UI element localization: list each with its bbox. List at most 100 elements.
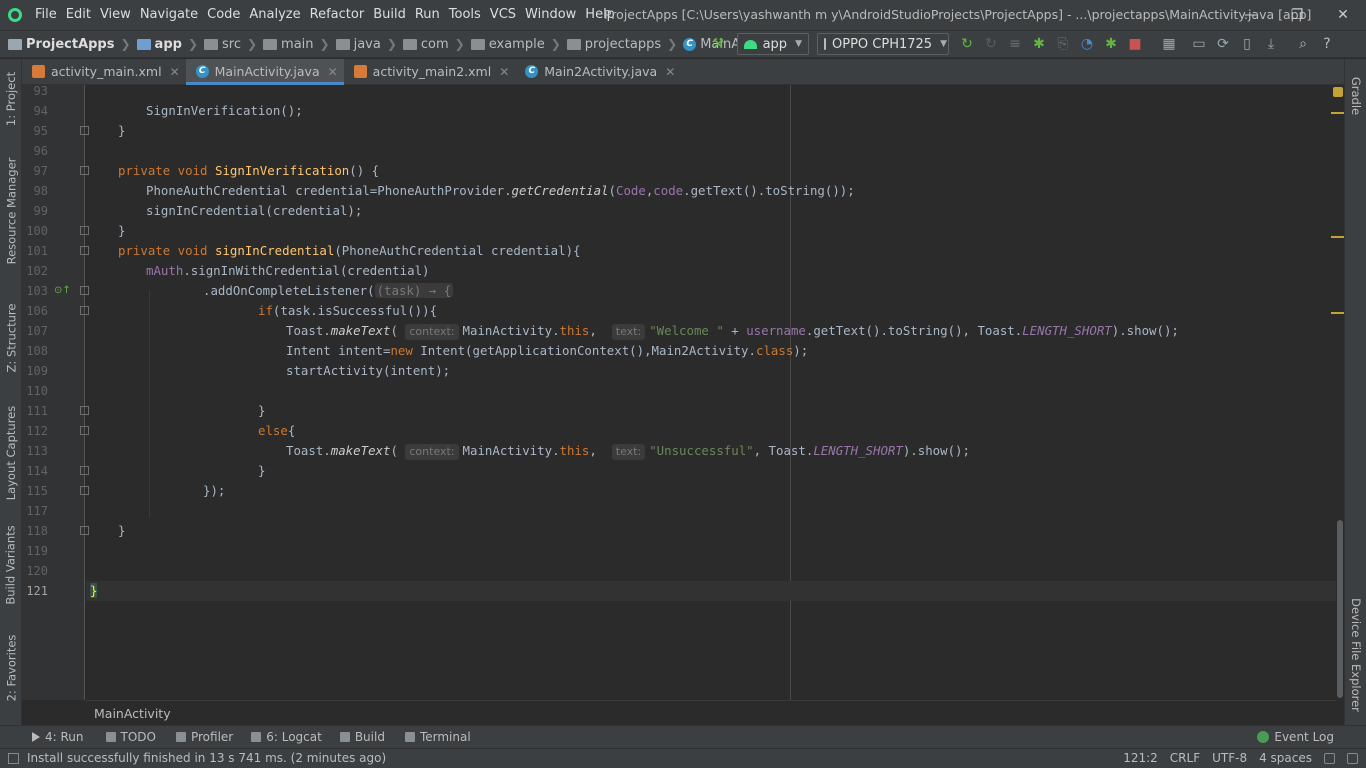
breadcrumb-project[interactable]: ProjectApps ❯ bbox=[8, 37, 137, 52]
warning-stripe-mark[interactable] bbox=[1331, 236, 1344, 238]
tab-label: activity_main.xml bbox=[51, 64, 162, 79]
file-encoding[interactable]: UTF-8 bbox=[1212, 751, 1247, 765]
tool-gradle[interactable]: Gradle bbox=[1345, 69, 1366, 123]
window-controls: — ❐ ✕ bbox=[1228, 0, 1366, 30]
close-tab-icon[interactable]: ✕ bbox=[328, 65, 338, 79]
project-structure-icon[interactable]: ▦ bbox=[1157, 32, 1181, 56]
menu-window[interactable]: Window bbox=[520, 0, 580, 30]
avd-manager-icon[interactable]: ▯ bbox=[1235, 32, 1259, 56]
close-tab-icon[interactable]: ✕ bbox=[170, 65, 180, 79]
fold-marker-icon[interactable] bbox=[80, 166, 89, 175]
editor-breadcrumb-item[interactable]: MainActivity bbox=[94, 706, 171, 721]
search-icon[interactable]: ⌕ bbox=[1291, 32, 1315, 56]
breadcrumb-example[interactable]: example ❯ bbox=[470, 37, 567, 52]
package-icon bbox=[402, 38, 417, 50]
menu-tools[interactable]: Tools bbox=[444, 0, 485, 30]
sdk-manager-icon[interactable]: ⤓ bbox=[1259, 32, 1283, 56]
breadcrumb-java[interactable]: java ❯ bbox=[335, 37, 403, 52]
attach-process-icon[interactable]: ✱ bbox=[1099, 32, 1123, 56]
code-text: Toast.makeText( context: MainActivity.thi… bbox=[286, 321, 1179, 341]
device-dropdown[interactable]: OPPO CPH1725 ▼ bbox=[817, 33, 949, 55]
fold-marker-icon[interactable] bbox=[80, 526, 89, 535]
lambda-gutter-icon[interactable]: ⊙↑ bbox=[54, 281, 71, 301]
status-indicators: 121:2 CRLF UTF-8 4 spaces bbox=[1111, 751, 1358, 765]
menu-run[interactable]: Run bbox=[410, 0, 444, 30]
fold-marker-icon[interactable] bbox=[80, 406, 89, 415]
tool-profiler[interactable]: Profiler bbox=[175, 730, 233, 744]
apply-changes-icon[interactable]: ↻ bbox=[979, 32, 1003, 56]
help-icon[interactable]: ? bbox=[1315, 32, 1339, 56]
status-message[interactable]: Install successfully finished in 13 s 74… bbox=[27, 751, 386, 765]
menu-vcs[interactable]: VCS bbox=[485, 0, 520, 30]
tool-favorites[interactable]: 2: Favorites bbox=[0, 635, 22, 702]
warning-stripe-mark[interactable] bbox=[1331, 112, 1344, 114]
tool-device-file-explorer[interactable]: Device File Explorer bbox=[1345, 598, 1366, 712]
tool-run[interactable]: 4: Run bbox=[32, 730, 84, 744]
stop-icon[interactable]: ■ bbox=[1123, 32, 1147, 56]
tool-todo[interactable]: TODO bbox=[105, 730, 156, 744]
fold-marker-icon[interactable] bbox=[80, 486, 89, 495]
read-only-lock-icon[interactable] bbox=[1324, 753, 1335, 764]
breadcrumb-module[interactable]: app ❯ bbox=[136, 37, 204, 52]
fold-marker-icon[interactable] bbox=[80, 246, 89, 255]
build-hammer-icon bbox=[339, 732, 350, 742]
indent-setting[interactable]: 4 spaces bbox=[1259, 751, 1312, 765]
fold-marker-icon[interactable] bbox=[80, 466, 89, 475]
code-text: else{ bbox=[258, 421, 295, 441]
folded-lambda[interactable]: (task) → { bbox=[374, 283, 454, 298]
event-log-button[interactable]: Event Log bbox=[1257, 725, 1334, 748]
warning-indicator-icon[interactable] bbox=[1333, 87, 1343, 97]
restore-button[interactable]: ❐ bbox=[1274, 0, 1320, 30]
code-line: 106 if(task.isSuccessful()){ bbox=[0, 301, 1322, 321]
line-separator[interactable]: CRLF bbox=[1170, 751, 1200, 765]
todo-icon bbox=[105, 732, 116, 742]
fold-marker-icon[interactable] bbox=[80, 286, 89, 295]
menu-view[interactable]: View bbox=[95, 0, 135, 30]
code-line: 97 private void SignInVerification() { bbox=[0, 161, 1322, 181]
menu-edit[interactable]: Edit bbox=[61, 0, 95, 30]
rerun-icon[interactable]: ↻ bbox=[955, 32, 979, 56]
tool-terminal[interactable]: Terminal bbox=[404, 730, 471, 744]
breadcrumb-src[interactable]: src ❯ bbox=[204, 37, 263, 52]
run-configuration-dropdown[interactable]: app ▼ bbox=[737, 33, 809, 55]
line-number: 102 bbox=[26, 264, 48, 278]
menu-code[interactable]: Code bbox=[202, 0, 244, 30]
close-tab-icon[interactable]: ✕ bbox=[499, 65, 509, 79]
menu-navigate[interactable]: Navigate bbox=[135, 0, 202, 30]
breadcrumb-projectapps[interactable]: projectapps ❯ bbox=[566, 37, 683, 52]
tool-logcat[interactable]: 6: Logcat bbox=[251, 730, 322, 744]
tool-build[interactable]: Build bbox=[339, 730, 385, 744]
editor-scrollbar-thumb[interactable] bbox=[1337, 520, 1343, 698]
code-fragment: , bbox=[589, 443, 612, 458]
menu-analyze[interactable]: Analyze bbox=[244, 0, 304, 30]
menu-build[interactable]: Build bbox=[368, 0, 410, 30]
fold-marker-icon[interactable] bbox=[80, 226, 89, 235]
fold-marker-icon[interactable] bbox=[80, 126, 89, 135]
menu-items: File Edit View Navigate Code Analyze Ref… bbox=[30, 0, 619, 30]
keyword: if bbox=[258, 303, 273, 318]
attach-debugger-icon[interactable]: ⎘ bbox=[1051, 32, 1075, 56]
code-fragment: ( bbox=[608, 183, 616, 198]
menu-refactor[interactable]: Refactor bbox=[305, 0, 369, 30]
make-project-hammer-icon[interactable]: ⚒ bbox=[706, 32, 730, 56]
minimize-button[interactable]: — bbox=[1228, 0, 1274, 30]
warning-stripe-mark[interactable] bbox=[1331, 312, 1344, 314]
caret-position[interactable]: 121:2 bbox=[1123, 751, 1158, 765]
profile-icon[interactable]: ◔ bbox=[1075, 32, 1099, 56]
field: Code bbox=[615, 183, 646, 198]
breadcrumb-main[interactable]: main ❯ bbox=[263, 37, 336, 52]
inspection-profile-icon[interactable] bbox=[1347, 753, 1358, 764]
debug-icon[interactable]: ✱ bbox=[1027, 32, 1051, 56]
sync-gradle-icon[interactable]: ⟳ bbox=[1211, 32, 1235, 56]
tool-label: Build bbox=[354, 730, 385, 744]
fold-marker-icon[interactable] bbox=[80, 306, 89, 315]
apply-code-changes-icon[interactable]: ≡ bbox=[1003, 32, 1027, 56]
fold-marker-icon[interactable] bbox=[80, 426, 89, 435]
layout-inspector-icon[interactable]: ▭ bbox=[1187, 32, 1211, 56]
close-window-button[interactable]: ✕ bbox=[1320, 0, 1366, 30]
code-fragment: Toast. bbox=[286, 323, 331, 338]
toggle-tool-windows-icon[interactable] bbox=[8, 753, 19, 764]
menu-file[interactable]: File bbox=[30, 0, 61, 30]
breadcrumb-com[interactable]: com ❯ bbox=[402, 37, 471, 52]
close-tab-icon[interactable]: ✕ bbox=[665, 65, 675, 79]
